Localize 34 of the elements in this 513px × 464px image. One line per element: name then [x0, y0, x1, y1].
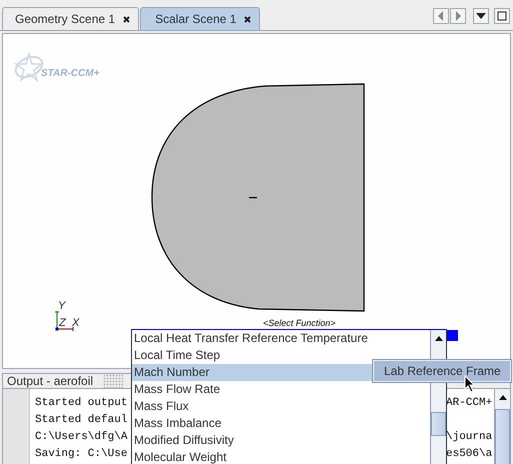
- drag-grip[interactable]: [103, 374, 124, 388]
- close-icon[interactable]: [123, 16, 130, 22]
- output-line: Started defaul: [35, 414, 128, 426]
- output-line: es506\a: [446, 448, 492, 460]
- output-line: \journa: [446, 430, 492, 442]
- list-item[interactable]: Mass Flux: [132, 398, 430, 415]
- scrollbar[interactable]: [494, 389, 510, 464]
- list-item[interactable]: Local Time Step: [132, 347, 430, 364]
- output-line: Started output: [35, 396, 128, 408]
- axis-label: X: [72, 317, 80, 329]
- output-line: AR-CCM+: [446, 396, 492, 408]
- list-item[interactable]: Modified Diffusivity: [132, 432, 430, 449]
- logo-text: STAR-CCM+: [41, 68, 100, 79]
- list-item[interactable]: Local Heat Transfer Reference Temperature: [132, 330, 430, 347]
- list-item[interactable]: Molecular Weight: [132, 449, 430, 464]
- axis-label: Z: [59, 317, 66, 329]
- right-arrow-button[interactable]: [450, 8, 466, 24]
- dropdown-button[interactable]: [473, 8, 489, 24]
- output-line: C:\Users\dfg\A: [35, 430, 128, 442]
- menu-item[interactable]: Lab Reference Frame: [374, 361, 510, 381]
- close-icon[interactable]: [244, 16, 252, 22]
- scene-tab[interactable]: Scalar Scene 1: [140, 7, 260, 30]
- scene-tab[interactable]: Geometry Scene 1: [2, 7, 140, 30]
- maximize-button[interactable]: [494, 8, 510, 24]
- panel-title: Output - aerofoil: [7, 374, 94, 388]
- color-swatch: [447, 330, 458, 341]
- function-label: <Select Function>: [263, 318, 336, 328]
- axis-label: Y: [58, 300, 66, 312]
- scroll-thumb[interactable]: [431, 412, 446, 436]
- scroll-thumb[interactable]: [495, 409, 510, 464]
- output-line: Saving: C:\Use: [35, 448, 128, 460]
- list-item[interactable]: Mass Flow Rate: [132, 381, 430, 398]
- list-item[interactable]: Mass Imbalance: [132, 415, 430, 432]
- left-arrow-button[interactable]: [433, 8, 449, 24]
